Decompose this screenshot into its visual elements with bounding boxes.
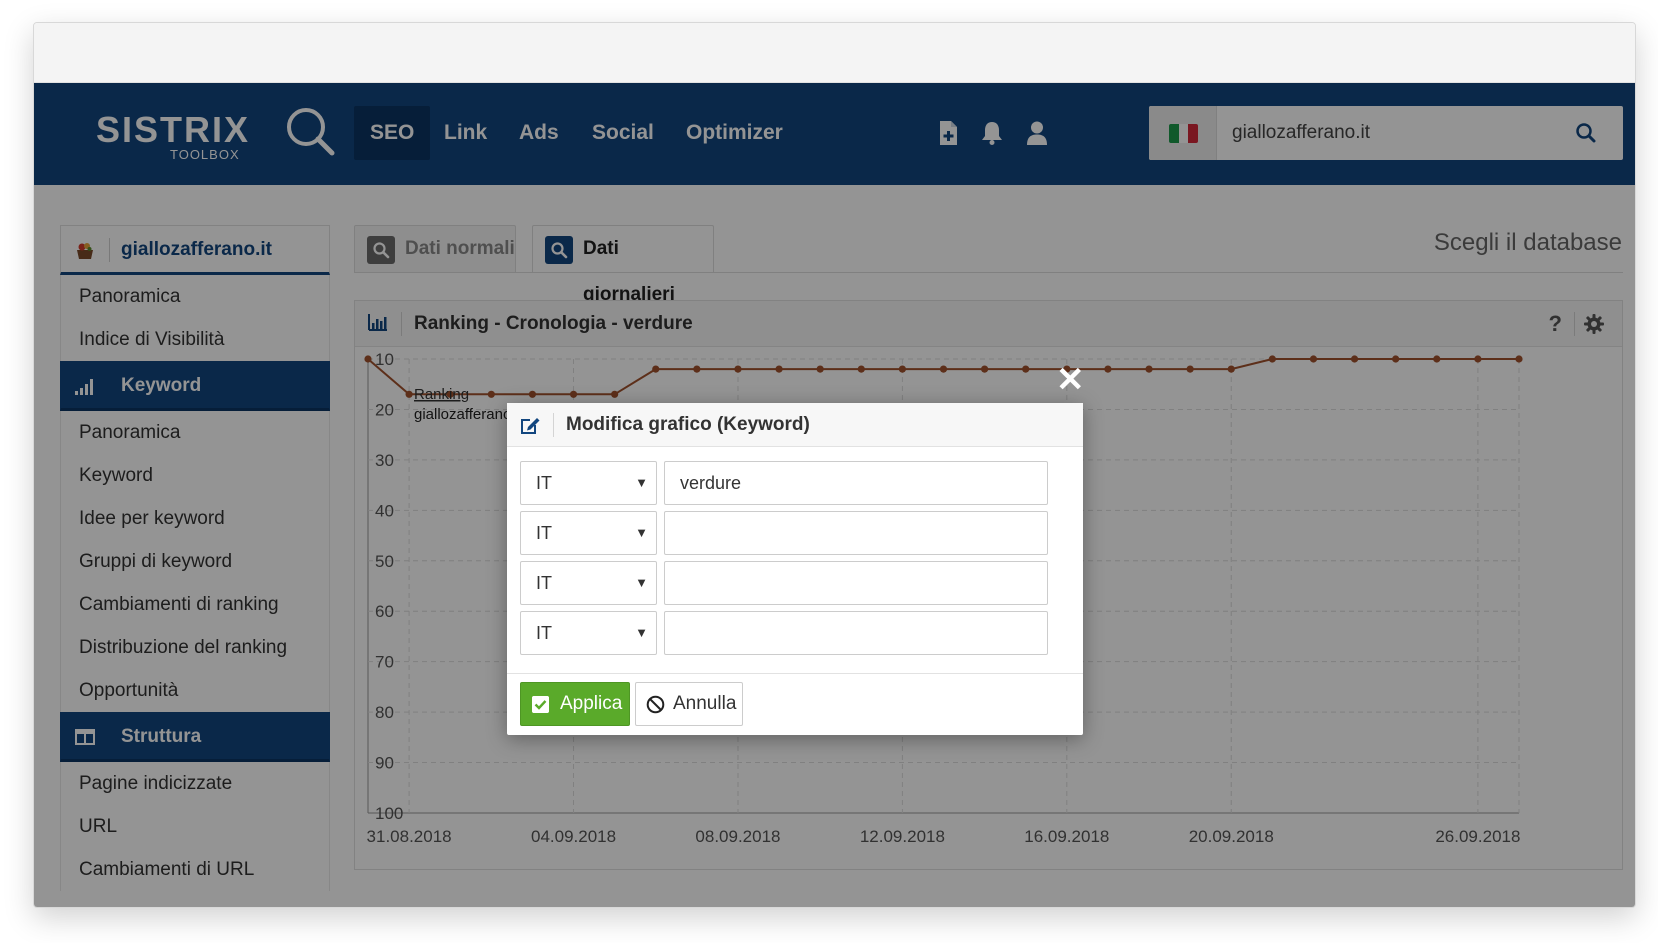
keyword-input[interactable]: verdure xyxy=(664,461,1048,505)
browser-window: SISTRIX TOOLBOX SEO Link Ads Social Opti… xyxy=(33,22,1636,908)
ban-icon xyxy=(646,695,665,714)
keyword-row: IT ▼ xyxy=(520,561,1048,605)
modal-footer-divider xyxy=(507,673,1083,674)
close-icon[interactable]: ✕ xyxy=(1056,363,1085,397)
keyword-row: IT ▼ xyxy=(520,511,1048,555)
country-select[interactable]: IT ▼ xyxy=(520,511,657,555)
modal-header: Modifica grafico (Keyword) xyxy=(507,403,1083,447)
apply-button-label: Applica xyxy=(560,693,623,714)
keyword-input-value: verdure xyxy=(680,473,742,493)
check-icon xyxy=(532,696,549,713)
modal-title: Modifica grafico (Keyword) xyxy=(566,414,810,435)
edit-icon xyxy=(521,418,540,434)
country-select-value: IT xyxy=(536,473,552,493)
country-select[interactable]: IT ▼ xyxy=(520,561,657,605)
country-select[interactable]: IT ▼ xyxy=(520,611,657,655)
country-select-value: IT xyxy=(536,523,552,543)
apply-button[interactable]: Applica xyxy=(520,682,630,726)
cancel-button-label: Annulla xyxy=(673,693,737,714)
keyword-input[interactable] xyxy=(664,561,1048,605)
chevron-down-icon: ▼ xyxy=(635,625,648,640)
cancel-button[interactable]: Annulla xyxy=(635,682,743,726)
country-select-value: IT xyxy=(536,573,552,593)
keyword-input[interactable] xyxy=(664,511,1048,555)
browser-chrome-bar xyxy=(34,23,1635,83)
chevron-down-icon: ▼ xyxy=(635,525,648,540)
country-select-value: IT xyxy=(536,623,552,643)
country-select[interactable]: IT ▼ xyxy=(520,461,657,505)
keyword-input[interactable] xyxy=(664,611,1048,655)
keyword-row: IT ▼ verdure xyxy=(520,461,1048,505)
chevron-down-icon: ▼ xyxy=(635,575,648,590)
keyword-row: IT ▼ xyxy=(520,611,1048,655)
edit-chart-modal: Modifica grafico (Keyword) IT ▼ verdure … xyxy=(507,403,1083,735)
chevron-down-icon: ▼ xyxy=(635,475,648,490)
